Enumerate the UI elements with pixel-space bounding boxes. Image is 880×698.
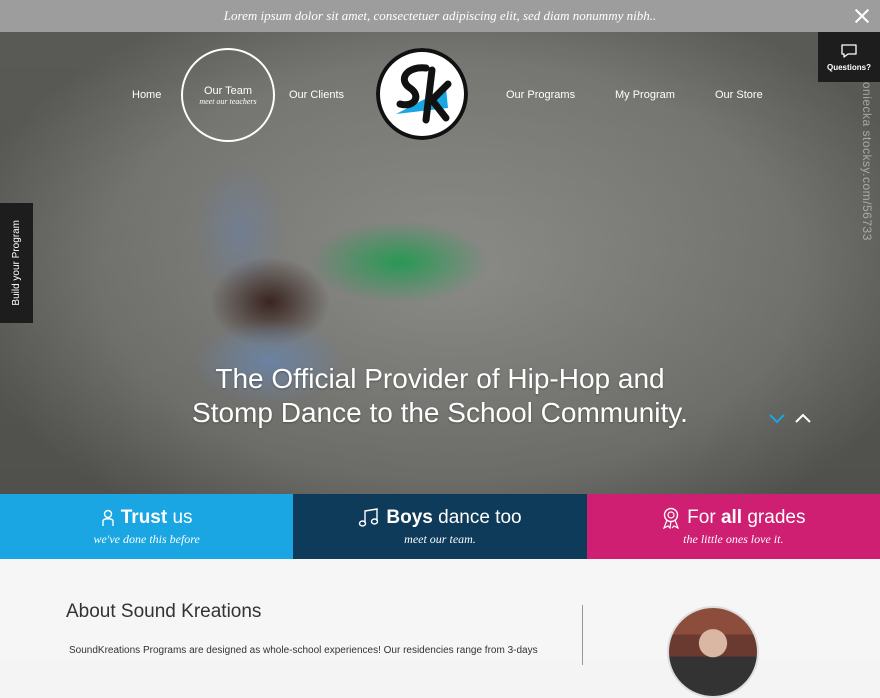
nav-home[interactable]: Home bbox=[132, 89, 161, 101]
nav-our-programs[interactable]: Our Programs bbox=[506, 89, 575, 101]
hero-heading: The Official Provider of Hip-Hop and Sto… bbox=[140, 362, 740, 430]
site-logo[interactable] bbox=[376, 48, 468, 140]
nav-our-programs-label: Our Programs bbox=[506, 89, 576, 101]
about-title: About Sound Kreations bbox=[66, 601, 262, 622]
hero-line-2: Stomp Dance to the School Community. bbox=[192, 397, 688, 428]
nav-my-program-label: My Program bbox=[615, 89, 675, 101]
nav-our-team[interactable]: Our Team meet our teachers bbox=[181, 48, 275, 142]
nav-our-team-label: Our Team bbox=[203, 84, 253, 97]
award-icon bbox=[663, 507, 680, 529]
nav-home-label: Home bbox=[132, 89, 162, 101]
nav-our-store[interactable]: Our Store bbox=[715, 89, 763, 101]
feature-boys-sub: meet our team. bbox=[404, 531, 476, 546]
sk-logo-icon bbox=[376, 48, 468, 140]
hero-line-1: The Official Provider of Hip-Hop and bbox=[215, 363, 665, 394]
feature-all-grades[interactable]: For all grades the little ones love it. bbox=[586, 494, 880, 559]
build-program-label: Build your Program bbox=[11, 220, 22, 306]
announcement-bar: Lorem ipsum dolor sit amet, consectetuer… bbox=[0, 0, 880, 32]
section-divider bbox=[582, 605, 583, 665]
feature-trust-title: Trust us bbox=[101, 507, 193, 529]
chevron-up-icon[interactable] bbox=[794, 412, 812, 424]
feature-trust-rest: us bbox=[167, 506, 193, 528]
nav-our-clients-label: Our Clients bbox=[289, 89, 345, 101]
feature-grades-pre: For bbox=[687, 506, 721, 528]
chevron-down-icon[interactable] bbox=[768, 412, 786, 424]
feature-boys-dance[interactable]: Boys dance too meet our team. bbox=[293, 494, 587, 559]
feature-boys-bold: Boys bbox=[386, 506, 433, 528]
feature-trust[interactable]: Trust us we've done this before bbox=[0, 494, 294, 559]
close-icon[interactable] bbox=[852, 6, 872, 26]
slider-controls bbox=[768, 412, 812, 424]
nav-our-clients[interactable]: Our Clients bbox=[289, 89, 344, 101]
about-section: About Sound Kreations SoundKreations Pro… bbox=[0, 559, 880, 698]
questions-button[interactable]: Questions? bbox=[818, 32, 880, 82]
feature-grades-title: For all grades bbox=[661, 507, 805, 529]
teacher-avatar[interactable] bbox=[667, 606, 759, 698]
feature-boys-title: Boys dance too bbox=[358, 506, 522, 529]
about-text: SoundKreations Programs are designed as … bbox=[69, 645, 538, 656]
feature-strip: Trust us we've done this before Boys dan… bbox=[0, 494, 880, 559]
feature-boys-rest: dance too bbox=[432, 506, 522, 528]
build-program-tab[interactable]: Build your Program bbox=[0, 203, 33, 323]
questions-label: Questions? bbox=[826, 62, 871, 72]
announcement-text: Lorem ipsum dolor sit amet, consectetuer… bbox=[223, 8, 657, 23]
music-note-icon bbox=[359, 507, 379, 527]
feature-grades-bold: all bbox=[720, 506, 743, 528]
feature-trust-bold: Trust bbox=[120, 506, 168, 528]
nav-our-team-sub: meet our teachers bbox=[199, 96, 257, 106]
nav-our-store-label: Our Store bbox=[715, 89, 763, 101]
speech-bubble-icon bbox=[841, 43, 857, 58]
person-icon bbox=[102, 509, 114, 526]
feature-grades-sub: the little ones love it. bbox=[683, 531, 784, 546]
feature-grades-rest: grades bbox=[742, 506, 806, 528]
feature-trust-sub: we've done this before bbox=[93, 531, 200, 546]
nav-my-program[interactable]: My Program bbox=[615, 89, 675, 101]
